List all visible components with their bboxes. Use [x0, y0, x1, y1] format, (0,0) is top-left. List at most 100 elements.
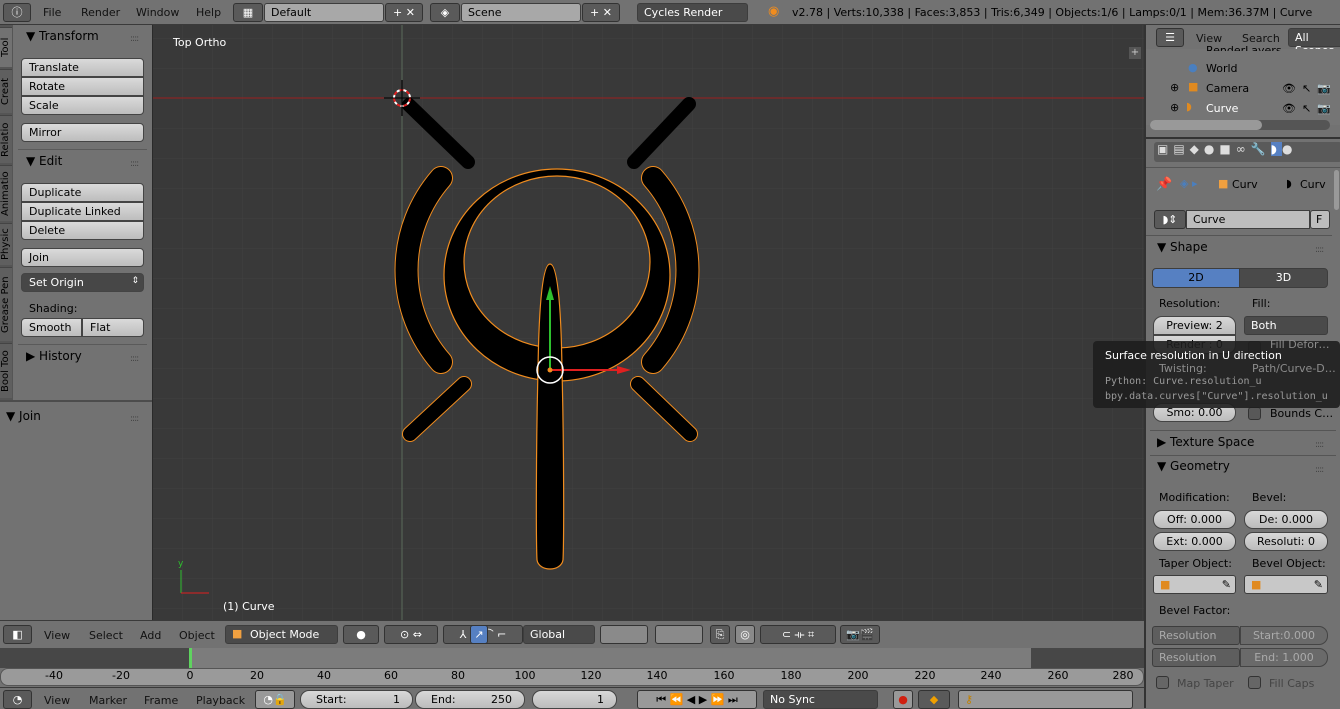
tab-animation[interactable]: Animatio: [0, 165, 12, 221]
tab-bool-tool[interactable]: Bool Too: [0, 343, 12, 398]
preview-range-lock[interactable]: ◔🔒: [255, 690, 295, 709]
mirror-button[interactable]: Mirror: [21, 123, 144, 142]
start-frame-field[interactable]: Start: 1: [300, 690, 413, 709]
panel-edit-title[interactable]: ▼ Edit: [26, 154, 62, 168]
fake-user-button[interactable]: F: [1310, 210, 1330, 229]
panel-history-title[interactable]: ▶ History: [26, 349, 82, 363]
tab-relations[interactable]: Relatio: [0, 115, 12, 163]
menu-object[interactable]: Object: [179, 629, 215, 642]
properties-context-tabs[interactable]: ▣▤◆●■∞🔧◗●: [1154, 142, 1340, 162]
viewport-canvas[interactable]: y: [153, 25, 1144, 620]
duplicate-linked-button[interactable]: Duplicate Linked: [21, 202, 144, 221]
drag-grip-icon[interactable]: ::::: [1315, 465, 1324, 475]
snap-controls[interactable]: ⊂ ⟛ ⌗: [760, 625, 836, 644]
translate-button[interactable]: Translate: [21, 58, 144, 77]
restrict-icons[interactable]: 👁↖📷: [1282, 82, 1337, 95]
editor-type-icon[interactable]: ◧: [3, 625, 32, 644]
layers-grid-1[interactable]: [600, 625, 648, 644]
tab-grease-pencil[interactable]: Grease Pen: [0, 267, 12, 341]
mode-2d-button[interactable]: 2D: [1152, 268, 1240, 288]
properties-toggle-plus-icon[interactable]: +: [1129, 47, 1141, 59]
outliner-scrollbar[interactable]: [1150, 120, 1330, 130]
drag-grip-icon[interactable]: ::::: [1315, 440, 1324, 450]
smooth-button[interactable]: Smooth: [21, 318, 82, 337]
eyedropper-icon[interactable]: ✎: [1314, 578, 1323, 591]
menu-frame[interactable]: Frame: [144, 694, 178, 707]
lock-layers-icon[interactable]: ⎘: [710, 625, 730, 644]
proportional-edit-icon[interactable]: ◎: [735, 625, 755, 644]
bevel-factor-end-field[interactable]: End: 1.000: [1240, 648, 1328, 667]
menu-render[interactable]: Render: [81, 6, 120, 19]
add-remove-scene[interactable]: + ✕: [582, 3, 620, 22]
bounds-clamp-checkbox[interactable]: [1248, 407, 1261, 420]
bevel-object-field[interactable]: ■ ✎: [1244, 575, 1328, 594]
eyedropper-icon[interactable]: ✎: [1222, 578, 1231, 591]
record-icon[interactable]: ●: [893, 690, 913, 709]
datablock-name-field[interactable]: Curve: [1186, 210, 1310, 229]
layout-icon[interactable]: ▦: [233, 3, 263, 22]
timeline-editor-icon[interactable]: ◔: [3, 690, 32, 709]
taper-object-field[interactable]: ■ ✎: [1153, 575, 1236, 594]
bevel-factor-start-field[interactable]: Start:0.000: [1240, 626, 1328, 645]
viewport-shading-select[interactable]: ●: [343, 625, 379, 644]
bevel-depth-field[interactable]: De: 0.000: [1244, 510, 1328, 529]
menu-playback[interactable]: Playback: [196, 694, 245, 707]
outliner-item-curve[interactable]: Curve: [1206, 102, 1238, 115]
info-editor-icon[interactable]: ⓘ: [3, 3, 31, 22]
outliner-item-renderlayers[interactable]: RenderLayers: [1206, 44, 1282, 51]
outliner-filter-select[interactable]: All Scenes: [1288, 28, 1340, 57]
join-button[interactable]: Join: [21, 248, 144, 267]
set-origin-select[interactable]: Set Origin ⇕: [21, 273, 144, 292]
pivot-point-select[interactable]: ⊙ ⇔: [384, 625, 438, 644]
fill-select[interactable]: Both: [1244, 316, 1328, 335]
keying-icon[interactable]: ◆: [918, 690, 950, 709]
duplicate-button[interactable]: Duplicate: [21, 183, 144, 202]
panel-transform-title[interactable]: ▼ Transform: [26, 29, 99, 43]
scene-icon[interactable]: ◈: [430, 3, 460, 22]
menu-view[interactable]: View: [44, 629, 70, 642]
drag-grip-icon[interactable]: ::::: [130, 354, 139, 364]
menu-view[interactable]: View: [44, 694, 70, 707]
sync-select[interactable]: No Sync: [763, 690, 878, 709]
datablock-browse[interactable]: ◗⇕: [1154, 210, 1186, 229]
menu-file[interactable]: File: [43, 6, 61, 19]
panel-geometry-title[interactable]: ▼ Geometry: [1157, 459, 1230, 473]
delete-button[interactable]: Delete: [21, 221, 144, 240]
render-buttons[interactable]: 📷🎬: [840, 625, 880, 644]
bevel-resolution-field[interactable]: Resoluti: 0: [1244, 532, 1328, 551]
end-frame-field[interactable]: End: 250: [415, 690, 525, 709]
tab-create[interactable]: Creat: [0, 69, 12, 113]
preview-resolution-field[interactable]: Preview: 2: [1153, 316, 1236, 335]
drag-grip-icon[interactable]: ::::: [1315, 245, 1324, 255]
timeline-area[interactable]: [0, 648, 1144, 668]
menu-marker[interactable]: Marker: [89, 694, 127, 707]
3d-viewport[interactable]: y Top Ortho (1) Curve +: [152, 25, 1144, 620]
properties-scrollbar[interactable]: [1334, 170, 1339, 210]
mode-3d-button[interactable]: 3D: [1239, 268, 1328, 288]
drag-grip-icon[interactable]: ::::: [130, 34, 139, 44]
menu-help[interactable]: Help: [196, 6, 221, 19]
restrict-icons[interactable]: 👁↖📷: [1282, 102, 1337, 115]
expand-icon[interactable]: ⊕: [1170, 101, 1179, 114]
rotate-button[interactable]: Rotate: [21, 77, 144, 96]
playback-controls[interactable]: ⏮ ⏪ ◀ ▶ ⏩ ⏭: [637, 690, 757, 709]
translate-manipulator-icon[interactable]: ↗: [470, 625, 488, 644]
extrude-field[interactable]: Ext: 0.000: [1153, 532, 1236, 551]
add-remove-layout[interactable]: + ✕: [385, 3, 423, 22]
render-engine-select[interactable]: Cycles Render: [637, 3, 748, 22]
pin-icon[interactable]: 📌: [1156, 177, 1172, 192]
map-taper-checkbox[interactable]: [1156, 676, 1169, 689]
current-frame-indicator[interactable]: [189, 648, 192, 668]
drag-grip-icon[interactable]: ::::: [130, 159, 139, 169]
bevel-factor-mapping-end[interactable]: Resolution: [1152, 648, 1240, 667]
menu-add[interactable]: Add: [140, 629, 161, 642]
scale-button[interactable]: Scale: [21, 96, 144, 115]
tab-physics[interactable]: Physic: [0, 223, 12, 265]
menu-select[interactable]: Select: [89, 629, 123, 642]
orientation-select[interactable]: Global: [523, 625, 595, 644]
curve-data-tab[interactable]: ◗: [1270, 142, 1282, 156]
keying-set-field[interactable]: ⚷: [958, 690, 1133, 709]
fill-caps-checkbox[interactable]: [1248, 676, 1261, 689]
operator-join-title[interactable]: ▼ Join: [6, 409, 41, 423]
tab-tool[interactable]: Tool: [0, 27, 12, 67]
